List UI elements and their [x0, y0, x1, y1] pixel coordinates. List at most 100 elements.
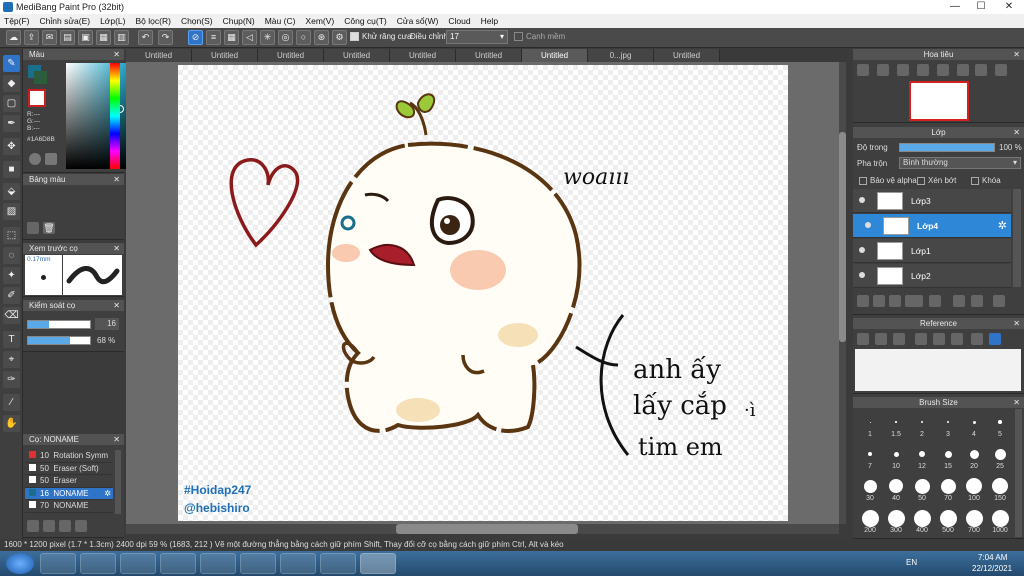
- minimize-button[interactable]: —: [942, 0, 968, 14]
- gear-icon[interactable]: ✲: [998, 219, 1007, 232]
- eyedropper-icon[interactable]: [45, 153, 57, 165]
- add-reference-icon[interactable]: [857, 333, 869, 345]
- rect-tool-icon[interactable]: ▢: [3, 95, 20, 112]
- protect-alpha-checkbox[interactable]: [859, 177, 867, 185]
- clipping-checkbox[interactable]: [917, 177, 925, 185]
- brush-size-cell[interactable]: 100: [961, 477, 987, 507]
- brush-item-selected[interactable]: 16 NONAME ✲: [25, 487, 113, 500]
- snap-radial-icon[interactable]: ✳: [260, 30, 275, 45]
- brush-size-cell[interactable]: 300: [883, 509, 909, 539]
- cloud-icon[interactable]: ☁: [6, 30, 21, 45]
- hand-tool-icon[interactable]: ✋: [3, 415, 20, 432]
- menu-color[interactable]: Màu (C): [265, 16, 296, 26]
- snap-parallel-icon[interactable]: ≡: [206, 30, 221, 45]
- brush-tool-icon[interactable]: ✎: [3, 55, 20, 72]
- brush-list-scrollbar[interactable]: [115, 450, 121, 514]
- adjust-select[interactable]: 17 ▾: [446, 30, 508, 44]
- app-icon[interactable]: [200, 553, 236, 574]
- save-icon[interactable]: ▣: [78, 30, 93, 45]
- menu-select[interactable]: Chọn(S): [181, 16, 213, 26]
- trash-icon[interactable]: [993, 295, 1005, 307]
- explorer-icon[interactable]: [120, 553, 156, 574]
- brush-size-cell[interactable]: 25: [987, 445, 1013, 475]
- medibang-icon[interactable]: [360, 553, 396, 574]
- rotate-left-icon[interactable]: [975, 64, 987, 76]
- fit-icon[interactable]: [933, 333, 945, 345]
- snap-settings-icon[interactable]: ⚙: [332, 30, 347, 45]
- brush-size-cell[interactable]: 5: [987, 413, 1013, 443]
- brush-size-cell[interactable]: 150: [987, 477, 1013, 507]
- brush-size-cell[interactable]: 10: [883, 445, 909, 475]
- color-wheel-icon[interactable]: [29, 153, 41, 165]
- lock-checkbox[interactable]: [971, 177, 979, 185]
- select-eraser-icon[interactable]: ⌫: [3, 307, 20, 324]
- add-brush-icon[interactable]: [27, 520, 39, 532]
- duplicate-layer-icon[interactable]: [953, 295, 965, 307]
- brush-size-value[interactable]: 16: [95, 318, 119, 330]
- flip-icon[interactable]: [937, 64, 949, 76]
- snap-ellipse-icon[interactable]: ○: [296, 30, 311, 45]
- menu-file[interactable]: Tệp(F): [4, 16, 30, 26]
- hue-slider[interactable]: [110, 63, 120, 169]
- upload-icon[interactable]: ⇪: [24, 30, 39, 45]
- gear-icon[interactable]: ✲: [104, 488, 111, 500]
- new-1bit-layer-icon[interactable]: [889, 295, 901, 307]
- move-tool-icon[interactable]: ✥: [3, 138, 20, 155]
- fill-rect-tool-icon[interactable]: ■: [3, 161, 20, 178]
- close-icon[interactable]: ✕: [113, 300, 120, 311]
- brush-size-slider[interactable]: [27, 320, 91, 329]
- select-tool-icon[interactable]: ⬚: [3, 227, 20, 244]
- rotate-right-icon[interactable]: [995, 64, 1007, 76]
- close-icon[interactable]: ✕: [113, 434, 120, 445]
- reference-view[interactable]: [855, 349, 1021, 391]
- tab-untitled[interactable]: Untitled: [456, 49, 522, 62]
- brush-size-cell[interactable]: 15: [935, 445, 961, 475]
- brush-size-cell[interactable]: 50: [909, 477, 935, 507]
- layer-row[interactable]: Lớp3: [853, 189, 1011, 213]
- tab-untitled-active[interactable]: Untitled: [522, 49, 588, 62]
- brush-size-cell[interactable]: 30: [857, 477, 883, 507]
- navigator-thumbnail[interactable]: [909, 81, 969, 121]
- redo-icon[interactable]: ↷: [158, 30, 173, 45]
- close-icon[interactable]: ✕: [1013, 127, 1020, 138]
- actual-size-icon[interactable]: [917, 64, 929, 76]
- close-button[interactable]: ✕: [996, 0, 1022, 14]
- brush-item[interactable]: 50 Eraser (Soft): [25, 463, 113, 475]
- soft-edge-checkbox[interactable]: [514, 32, 523, 41]
- new-8bit-layer-icon[interactable]: [873, 295, 885, 307]
- frame-icon[interactable]: ▥: [114, 30, 129, 45]
- menu-window[interactable]: Cửa sổ(W): [397, 16, 439, 26]
- brush-size-cell[interactable]: 400: [909, 509, 935, 539]
- menu-filter[interactable]: Bộ lọc(R): [136, 16, 171, 26]
- start-button[interactable]: [6, 553, 34, 574]
- brush-size-scrollbar[interactable]: [1015, 409, 1022, 537]
- close-icon[interactable]: ✕: [113, 49, 120, 60]
- zoom-in-icon[interactable]: [915, 333, 927, 345]
- grid-icon[interactable]: ▦: [96, 30, 111, 45]
- eraser-tool-icon[interactable]: ◆: [3, 75, 20, 92]
- snap-grid-icon[interactable]: ▦: [224, 30, 239, 45]
- brush-item[interactable]: 70 NONAME: [25, 500, 113, 513]
- folder-icon[interactable]: [875, 333, 887, 345]
- gradient-tool-icon[interactable]: ▨: [3, 203, 20, 220]
- snap-off-icon[interactable]: ⊘: [188, 30, 203, 45]
- menu-tools[interactable]: Công cụ(T): [344, 16, 387, 26]
- brush-size-cell[interactable]: 7: [857, 445, 883, 475]
- brush-size-cell[interactable]: 1000: [987, 509, 1013, 539]
- snap-curve-icon[interactable]: ⊛: [314, 30, 329, 45]
- folder-icon[interactable]: [929, 295, 941, 307]
- merge-layer-icon[interactable]: [971, 295, 983, 307]
- tab-untitled[interactable]: Untitled: [192, 49, 258, 62]
- brush-item[interactable]: 10 Rotation Symm: [25, 450, 113, 463]
- layer-row-selected[interactable]: Lớp4 ✲: [853, 214, 1011, 238]
- clock-time[interactable]: 7:04 AM: [978, 553, 1007, 562]
- vertical-scrollbar[interactable]: [839, 62, 846, 524]
- eye-icon[interactable]: [865, 222, 871, 228]
- menu-help[interactable]: Help: [481, 16, 498, 26]
- bucket-tool-icon[interactable]: ⬙: [3, 183, 20, 200]
- snap-circle-icon[interactable]: ◎: [278, 30, 293, 45]
- brush-size-cell[interactable]: 70: [935, 477, 961, 507]
- menu-layer[interactable]: Lớp(L): [100, 16, 125, 26]
- trash-icon[interactable]: 🗑: [43, 222, 55, 234]
- eyedropper-tool-icon[interactable]: ✑: [3, 371, 20, 388]
